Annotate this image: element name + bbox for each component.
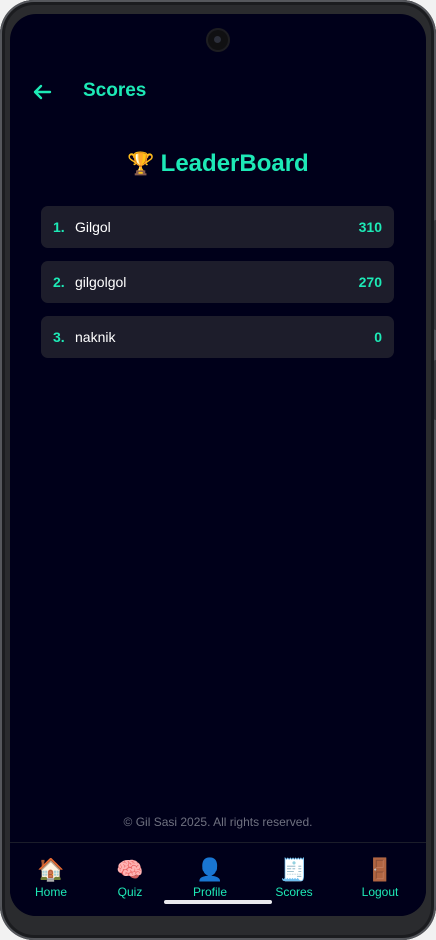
user-icon: 👤 xyxy=(196,857,224,882)
leaderboard-row: 1. Gilgol 310 xyxy=(41,206,394,248)
front-camera xyxy=(206,28,230,52)
arrow-left-icon[interactable] xyxy=(30,80,54,104)
leaderboard-heading: 🏆 LeaderBoard xyxy=(10,150,426,178)
player-score: 310 xyxy=(358,219,382,235)
nav-item-scores[interactable]: 🧾 Scores xyxy=(259,857,329,899)
leaderboard-row: 2. gilgolgol 270 xyxy=(41,261,394,303)
app-bar: Scores xyxy=(10,72,426,112)
nav-label: Quiz xyxy=(117,885,143,899)
page-title: Scores xyxy=(83,80,147,101)
copyright-footer: © Gil Sasi 2025. All rights reserved. xyxy=(123,815,313,829)
rank-label: 1. xyxy=(53,219,65,235)
player-name: naknik xyxy=(75,329,116,345)
player-name: gilgolgol xyxy=(75,274,127,290)
nav-item-profile[interactable]: 👤 Profile xyxy=(175,857,245,899)
leaderboard-title: LeaderBoard xyxy=(160,150,309,177)
player-name: Gilgol xyxy=(75,219,111,235)
app-screen: Scores 🏆 LeaderBoard 1. Gilgol 310 2. gil… xyxy=(10,14,426,916)
door-icon: 🚪 xyxy=(366,857,394,882)
nav-item-logout[interactable]: 🚪 Logout xyxy=(345,857,415,899)
leaderboard-row: 3. naknik 0 xyxy=(41,316,394,358)
rank-label: 2. xyxy=(53,274,65,290)
home-icon: 🏠 xyxy=(37,857,65,882)
nav-label: Profile xyxy=(192,885,227,899)
nav-item-home[interactable]: 🏠 Home xyxy=(16,857,86,899)
trophy-icon: 🏆 xyxy=(127,151,155,176)
player-score: 0 xyxy=(374,329,382,345)
nav-label: Scores xyxy=(275,885,313,899)
gesture-home-bar[interactable] xyxy=(164,900,272,904)
bottom-navigation: 🏠 Home 🧠 Quiz 👤 Profile 🧾 Scores 🚪 Logou… xyxy=(10,842,426,916)
player-score: 270 xyxy=(358,274,382,290)
brain-icon: 🧠 xyxy=(116,857,144,882)
receipt-icon: 🧾 xyxy=(280,857,308,882)
nav-item-quiz[interactable]: 🧠 Quiz xyxy=(95,857,165,899)
nav-label: Home xyxy=(34,885,67,899)
leaderboard-list: 1. Gilgol 310 2. gilgolgol 270 3. naknik… xyxy=(41,206,394,371)
rank-label: 3. xyxy=(53,329,65,345)
device-frame: Scores 🏆 LeaderBoard 1. Gilgol 310 2. gil… xyxy=(0,0,436,940)
nav-label: Logout xyxy=(361,885,399,899)
